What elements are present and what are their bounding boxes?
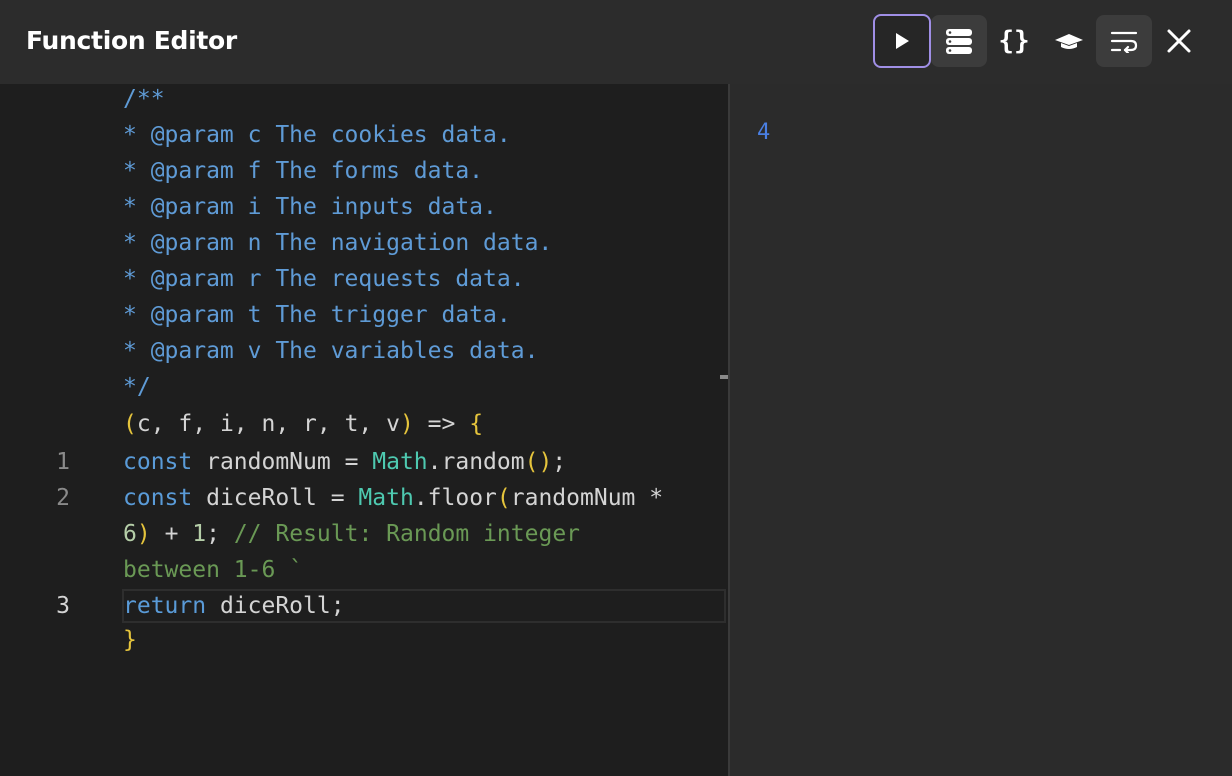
code-text: randomNum =	[192, 449, 373, 475]
doc-comment-line: * @param n The navigation data.	[123, 230, 553, 256]
output-panel: 4	[730, 84, 1232, 776]
number: 6	[123, 521, 137, 547]
doc-comment-line: * @param f The forms data.	[123, 158, 484, 184]
code-line-3: return diceRoll;	[123, 588, 345, 624]
close-paren: )	[136, 521, 151, 547]
code-text: diceRoll =	[192, 485, 359, 511]
number: 1	[192, 521, 207, 547]
close-paren: )	[399, 411, 414, 437]
doc-comment-line: * @param i The inputs data.	[123, 194, 497, 220]
semicolon: ;	[552, 449, 567, 475]
doc-comment-line: /**	[123, 86, 165, 112]
close-button[interactable]	[1151, 15, 1207, 67]
semicolon: ;	[206, 521, 234, 547]
ai-assist-button[interactable]	[1041, 15, 1097, 67]
doc-comment-line: * @param r The requests data.	[123, 266, 525, 292]
doc-comment-line: * @param v The variables data.	[123, 338, 539, 364]
params: c, f, i, n, r, t, v	[136, 411, 400, 437]
doc-comment-line: * @param c The cookies data.	[123, 122, 511, 148]
method-call: .random	[427, 449, 525, 475]
doc-comment-line: */	[123, 374, 151, 400]
scrollbar-marker[interactable]	[720, 375, 728, 379]
function-signature: (c, f, i, n, r, t, v) => {	[123, 406, 483, 442]
close-brace: }	[123, 627, 137, 653]
code-line-2-wrap: between 1-6 `	[123, 557, 304, 583]
parens: ()	[524, 449, 553, 475]
cap-icon	[1055, 34, 1083, 49]
database-icon	[946, 29, 972, 54]
code-line-2-wrap: 6) + 1; // Result: Random integer	[123, 516, 580, 552]
close-icon	[1167, 29, 1191, 53]
play-icon	[896, 33, 909, 49]
open-brace: {	[469, 411, 484, 437]
line-number: 2	[56, 485, 70, 511]
line-number: 3	[56, 593, 70, 619]
data-button[interactable]	[931, 15, 987, 67]
code-line-2: const diceRoll = Math.floor(randomNum *	[123, 480, 663, 516]
word-wrap-button[interactable]	[1096, 15, 1152, 67]
class-name: Math	[372, 449, 428, 475]
braces-icon: {}	[998, 26, 1030, 56]
comment: // Result: Random integer	[233, 521, 581, 547]
arrow: =>	[413, 411, 470, 437]
format-button[interactable]: {}	[986, 15, 1042, 67]
code-line-1: const randomNum = Math.random();	[123, 444, 566, 480]
code-text: diceRoll;	[206, 593, 345, 619]
run-button[interactable]	[873, 14, 931, 68]
output-value: 4	[757, 120, 771, 145]
keyword: return	[123, 593, 207, 619]
operator: +	[150, 521, 193, 547]
line-number: 1	[56, 449, 70, 475]
code-area[interactable]: /** * @param c The cookies data. * @para…	[0, 0, 728, 776]
code-text: randomNum *	[510, 485, 664, 511]
word-wrap-icon	[1110, 31, 1138, 53]
keyword: const	[123, 485, 193, 511]
keyword: const	[123, 449, 193, 475]
open-paren: (	[496, 485, 511, 511]
doc-comment-line: * @param t The trigger data.	[123, 302, 511, 328]
method-call: .floor	[413, 485, 497, 511]
open-paren: (	[123, 411, 137, 437]
class-name: Math	[358, 485, 414, 511]
